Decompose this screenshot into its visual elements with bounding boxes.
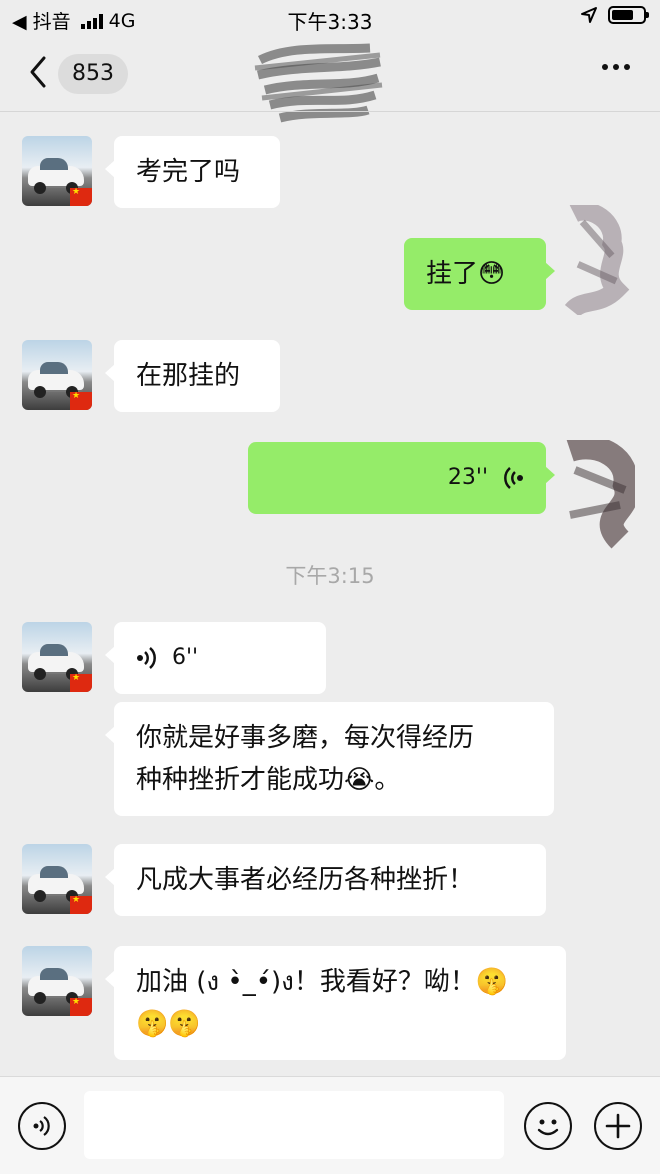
message-bubble-incoming[interactable]: 你就是好事多磨，每次得经历 种种挫折才能成功😭。 bbox=[105, 702, 554, 816]
message-bubble-incoming[interactable]: 凡成大事者必经历各种挫折！ bbox=[105, 844, 546, 916]
voice-wave-icon bbox=[137, 647, 156, 669]
chat-header: 853 bbox=[0, 40, 660, 123]
message-text-line: 你就是好事多磨，每次得经历 bbox=[136, 723, 475, 753]
status-bar: ◀ 抖音 4G 下午3:33 bbox=[0, 0, 660, 36]
message-input[interactable] bbox=[84, 1091, 504, 1159]
message-bubble-incoming[interactable]: 加油 (ง •̀_•́)ง！我看好？呦！🤫 🤫🤫 bbox=[105, 946, 566, 1060]
message-text: 在那挂的 bbox=[136, 361, 241, 391]
unread-count-badge[interactable]: 853 bbox=[58, 54, 128, 94]
voice-wave-icon bbox=[504, 467, 523, 489]
voice-duration: 6'' bbox=[172, 645, 199, 670]
china-flag-icon bbox=[70, 391, 92, 410]
chat-input-bar bbox=[0, 1076, 660, 1174]
message-text: 考完了吗 bbox=[136, 157, 241, 187]
contact-avatar[interactable] bbox=[22, 622, 92, 692]
voice-duration: 23'' bbox=[447, 465, 488, 490]
crying-face-emoji: 😭 bbox=[344, 765, 375, 795]
contact-avatar[interactable] bbox=[22, 340, 92, 410]
message-bubble-outgoing[interactable]: 挂了😳 bbox=[404, 238, 555, 310]
battery-icon bbox=[608, 6, 649, 24]
message-text-suffix: 。 bbox=[374, 765, 401, 795]
back-chevron-icon[interactable] bbox=[24, 52, 54, 92]
voice-message-incoming[interactable]: 6'' bbox=[105, 622, 326, 694]
redacted-contact-name bbox=[254, 43, 383, 123]
message-text: 凡成大事者必经历各种挫折！ bbox=[136, 865, 475, 895]
china-flag-icon bbox=[70, 895, 92, 914]
china-flag-icon bbox=[70, 187, 92, 206]
contact-avatar[interactable] bbox=[22, 946, 92, 1016]
my-avatar-redacted[interactable] bbox=[565, 440, 635, 550]
shushing-face-emoji: 🤫🤫 bbox=[136, 1009, 201, 1039]
more-functions-button[interactable] bbox=[594, 1102, 642, 1150]
message-text-line: 加油 (ง •̀_•́)ง！我看好？呦！ bbox=[136, 967, 476, 997]
shushing-face-emoji: 🤫 bbox=[475, 967, 509, 997]
more-options-button[interactable] bbox=[602, 64, 630, 70]
my-avatar-redacted[interactable] bbox=[560, 205, 630, 315]
message-bubble-incoming[interactable]: 考完了吗 bbox=[105, 136, 280, 208]
message-bubble-incoming[interactable]: 在那挂的 bbox=[105, 340, 280, 412]
voice-message-outgoing[interactable]: 23'' bbox=[248, 442, 555, 514]
message-text-line: 种种挫折才能成功 bbox=[136, 765, 345, 795]
emoji-button[interactable] bbox=[524, 1102, 572, 1150]
chat-timestamp: 下午3:15 bbox=[285, 564, 375, 588]
voice-input-icon bbox=[33, 1116, 50, 1136]
plus-icon bbox=[605, 1113, 631, 1139]
contact-avatar[interactable] bbox=[22, 844, 92, 914]
status-right bbox=[580, 6, 649, 24]
location-arrow-icon bbox=[581, 7, 597, 23]
header-divider bbox=[0, 111, 660, 112]
emoji-icon bbox=[537, 1119, 559, 1136]
more-horizontal-icon bbox=[602, 64, 608, 70]
message-text: 挂了 bbox=[426, 259, 479, 289]
status-time: 下午3:33 bbox=[287, 10, 373, 34]
contact-avatar[interactable] bbox=[22, 136, 92, 206]
flushed-face-emoji: 😳 bbox=[478, 259, 506, 289]
china-flag-icon bbox=[70, 673, 92, 692]
china-flag-icon bbox=[70, 997, 92, 1016]
voice-input-button[interactable] bbox=[18, 1102, 66, 1150]
